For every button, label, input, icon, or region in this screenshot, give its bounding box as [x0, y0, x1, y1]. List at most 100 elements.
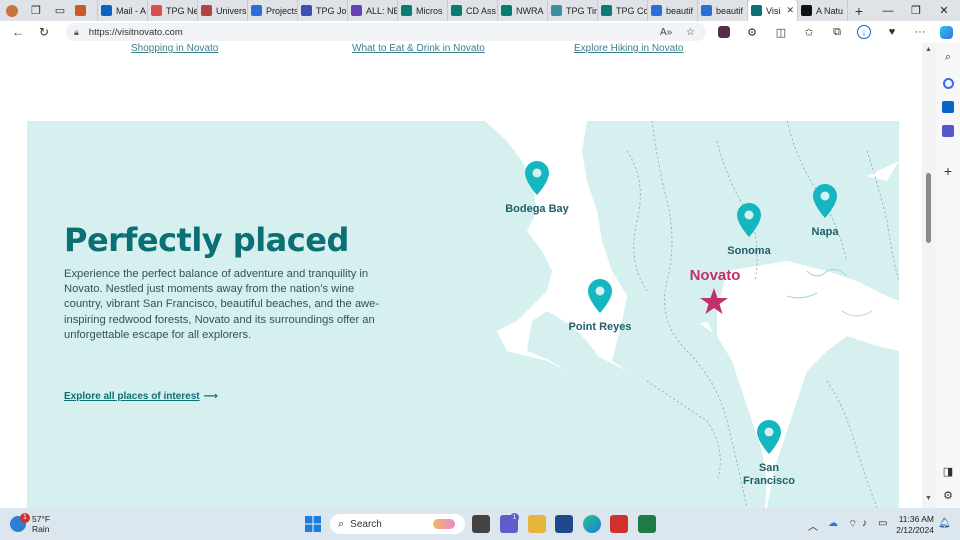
link-shopping[interactable]: Shopping in Novato	[131, 43, 218, 54]
split-screen-icon[interactable]: ◫	[773, 24, 789, 40]
wifi-icon[interactable]: ⌔	[848, 518, 857, 531]
clock-time: 11:36 AM	[898, 514, 934, 524]
teams-icon[interactable]	[940, 123, 956, 139]
browser-tab[interactable]: A Natu	[798, 0, 848, 21]
chat-badge: 1	[510, 513, 519, 522]
scroll-down-icon[interactable]: ▼	[925, 495, 932, 502]
excel-icon[interactable]	[638, 515, 656, 533]
browser-tab[interactable]: NWRA	[498, 0, 548, 21]
settings-more-icon[interactable]: ···	[912, 24, 928, 40]
start-windows-icon[interactable]	[304, 515, 322, 533]
refresh-button[interactable]: ↻	[32, 21, 56, 43]
tab-label: TPG Tim	[566, 5, 598, 16]
tray-overflow-icon[interactable]: ︿	[808, 518, 818, 533]
favorite-star-icon[interactable]: ☆	[686, 27, 695, 38]
address-bar-row: ← ↻ 🔒︎ https://visitnovato.com A» ☆ ⚙ ◫ …	[0, 21, 960, 43]
browser-tab[interactable]: TPG Tim	[548, 0, 598, 21]
tab-label: TPG Jo	[316, 5, 347, 16]
explore-places-link[interactable]: Explore all places of interest ⟶	[64, 391, 218, 402]
browser-tab[interactable]: TPG Ne	[148, 0, 198, 21]
tab-label: Projects	[266, 5, 298, 16]
label-napa: Napa	[811, 226, 839, 238]
browser-tab[interactable]: beautif	[648, 0, 698, 21]
extensions-puzzle-icon[interactable]: ⚙	[744, 24, 760, 40]
browser-essentials-icon[interactable]: ♥	[884, 24, 900, 40]
weather-condition: Rain	[32, 524, 50, 534]
edge-taskbar-icon[interactable]	[583, 515, 601, 533]
browser-tab[interactable]: TPG Co	[598, 0, 648, 21]
downloads-icon[interactable]: ↓	[856, 24, 872, 40]
search-icon[interactable]: ⌕	[940, 49, 956, 65]
volume-icon[interactable]: ♪	[862, 518, 867, 529]
browser-tab[interactable]: Mail - A	[98, 0, 148, 21]
lock-icon[interactable]: 🔒︎	[74, 27, 79, 38]
url-text: https://visitnovato.com	[88, 26, 183, 38]
browser-tab[interactable]: TPG Jo	[298, 0, 348, 21]
link-eat-drink[interactable]: What to Eat & Drink in Novato	[352, 43, 485, 54]
tab-actions-icon[interactable]: ▭	[48, 0, 72, 21]
shopping-icon[interactable]	[940, 75, 956, 91]
browser-tab[interactable]: Projects	[248, 0, 298, 21]
browser-tab[interactable]	[72, 0, 98, 21]
clock-date: 2/12/2024	[896, 525, 934, 535]
hide-sidebar-icon[interactable]: ◨	[940, 463, 956, 479]
label-francisco: Francisco	[743, 475, 795, 487]
tab-favicon-icon	[75, 5, 86, 16]
tab-favicon-icon	[401, 5, 412, 16]
taskbar-search[interactable]: ⌕ Search	[330, 514, 465, 534]
browser-tab[interactable]: Micros	[398, 0, 448, 21]
acrobat-icon[interactable]	[610, 515, 628, 533]
tab-favicon-icon	[801, 5, 812, 16]
system-clock[interactable]: 11:36 AM 2/12/2024	[896, 514, 934, 536]
tab-favicon-icon	[251, 5, 262, 16]
browser-tab[interactable]: Visi ✕	[748, 0, 798, 21]
read-aloud-icon[interactable]: A»	[660, 27, 672, 38]
extension-icon[interactable]	[716, 24, 732, 40]
onedrive-icon[interactable]: ☁	[828, 518, 838, 529]
store-icon[interactable]	[555, 515, 573, 533]
weather-widget[interactable]: 57°F Rain	[32, 514, 50, 534]
browser-tab[interactable]: Univers	[198, 0, 248, 21]
pin-napa	[813, 184, 837, 218]
link-hiking[interactable]: Explore Hiking in Novato	[574, 43, 684, 54]
add-sidebar-app-icon[interactable]: +	[940, 163, 956, 179]
tab-favicon-icon	[601, 5, 612, 16]
tab-label: NWRA	[516, 5, 544, 16]
tab-label: ALL: NE	[366, 5, 398, 16]
page-viewport: Shopping in Novato What to Eat & Drink i…	[0, 43, 922, 508]
tab-favicon-icon	[301, 5, 312, 16]
close-tab-icon[interactable]: ✕	[786, 5, 794, 16]
close-window-button[interactable]: ✕	[928, 0, 960, 21]
file-explorer-icon[interactable]	[528, 515, 546, 533]
favorites-icon[interactable]: ✩	[801, 24, 817, 40]
scroll-up-icon[interactable]: ▲	[925, 46, 932, 53]
outlook-icon[interactable]	[940, 99, 956, 115]
tab-label: TPG Co	[616, 5, 648, 16]
collections-icon[interactable]: ⧉	[829, 24, 845, 40]
tab-favicon-icon	[651, 5, 662, 16]
notifications-bell-icon[interactable]: 🔔︎	[938, 518, 951, 529]
back-button[interactable]: ←	[6, 21, 30, 43]
battery-icon[interactable]: ▭	[878, 518, 887, 529]
profile-avatar[interactable]	[0, 0, 24, 21]
browser-tab[interactable]: ALL: NE	[348, 0, 398, 21]
intro-paragraph: Experience the perfect balance of advent…	[64, 268, 380, 341]
workspaces-icon[interactable]: ❒	[24, 0, 48, 21]
tab-label: CD Ass	[466, 5, 497, 16]
task-view-icon[interactable]	[472, 515, 490, 533]
search-magnifier-icon: ⌕	[338, 517, 345, 530]
copilot-icon[interactable]	[938, 24, 954, 40]
tab-label: beautif	[716, 5, 744, 16]
tab-favicon-icon	[701, 5, 712, 16]
tab-label: Micros	[416, 5, 443, 16]
url-field[interactable]: 🔒︎ https://visitnovato.com A» ☆	[66, 23, 706, 41]
sidebar-settings-icon[interactable]: ⚙	[940, 487, 956, 503]
browser-tab[interactable]: beautif	[698, 0, 748, 21]
browser-tab[interactable]: CD Ass	[448, 0, 498, 21]
scroll-thumb[interactable]	[926, 173, 931, 243]
tab-strip: ❒ ▭ Mail - A TPG Ne Univers Projects TPG Jo A…	[0, 0, 960, 21]
new-tab-button[interactable]: +	[848, 3, 870, 19]
page-scrollbar[interactable]: ▲ ▼	[922, 43, 936, 508]
windows-taskbar: 1 57°F Rain ⌕ Search 1 ︿ ☁ ⌔ ♪ ▭ 11:36 A…	[0, 508, 960, 540]
label-san-francisco: San Francisco	[743, 462, 795, 488]
